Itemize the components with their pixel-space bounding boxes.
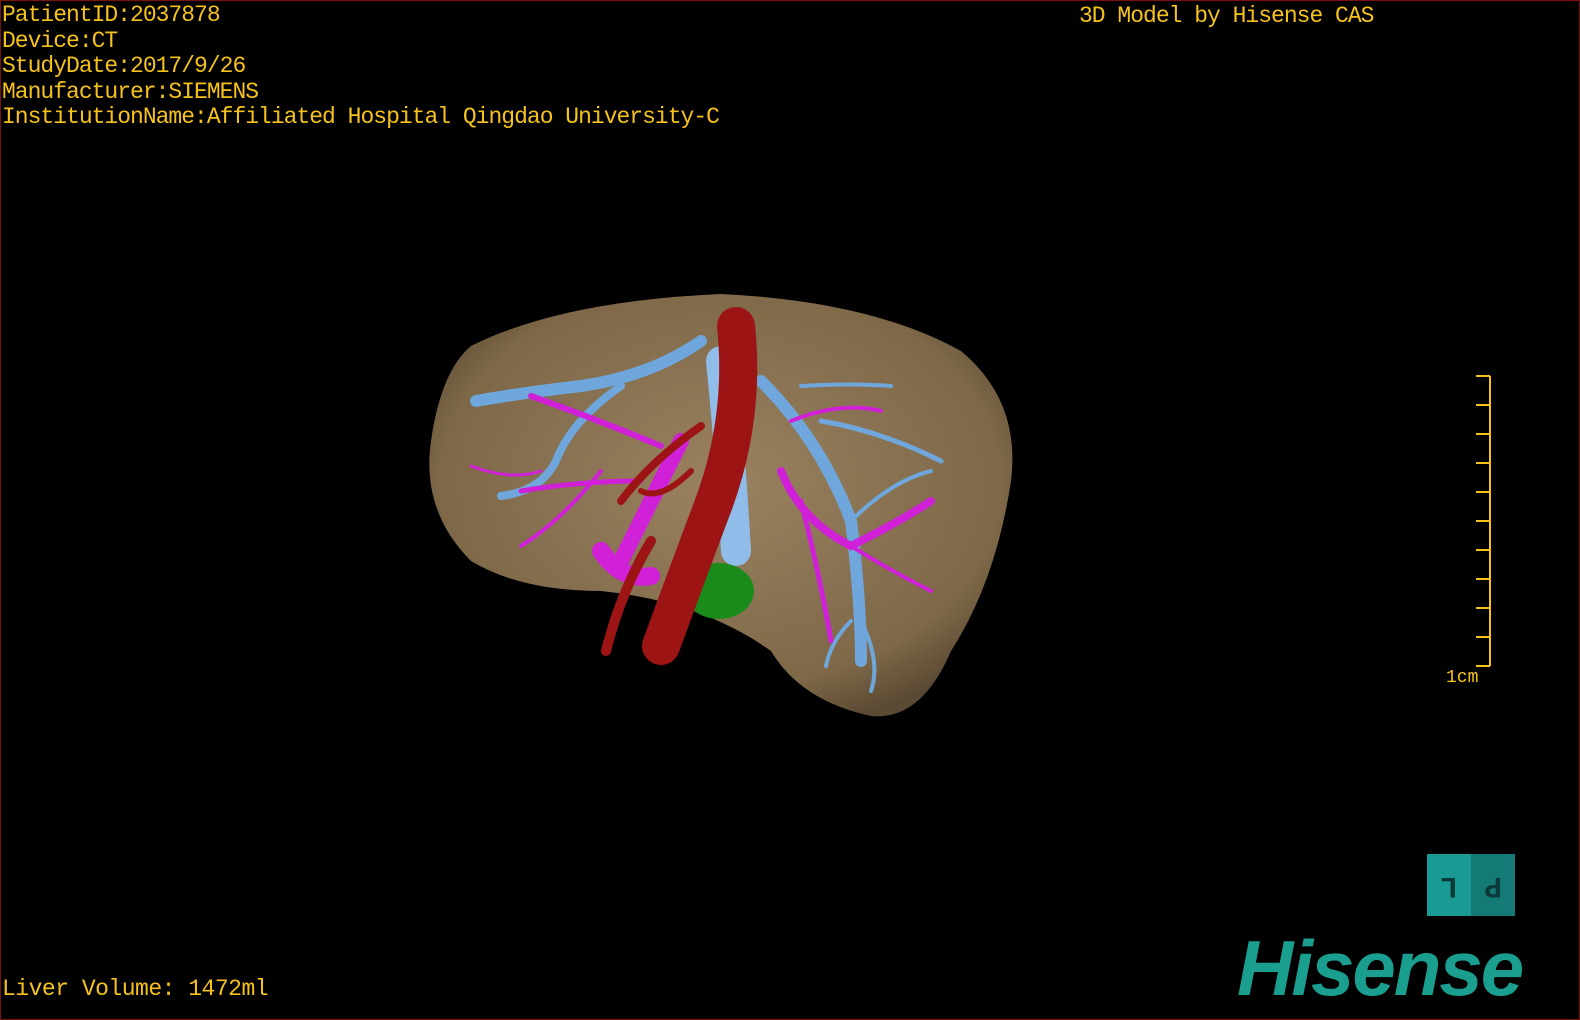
patient-info: PatientID:2037878 Device:CT StudyDate:2017… bbox=[2, 2, 720, 131]
study-date: StudyDate:2017/9/26 bbox=[2, 53, 246, 79]
scale-bar bbox=[1476, 375, 1491, 667]
scale-label: 1cm bbox=[1446, 668, 1479, 688]
viewer-window: PatientID:2037878 Device:CT StudyDate:2017… bbox=[0, 0, 1580, 1020]
patient-id: PatientID:2037878 bbox=[2, 2, 221, 28]
hisense-logo: Hisense bbox=[1237, 924, 1524, 1012]
device: Device:CT bbox=[2, 27, 118, 54]
view-left-button[interactable]: L bbox=[1427, 854, 1471, 916]
manufacturer: Manufacturer:SIEMENS bbox=[2, 78, 259, 105]
view-right-button[interactable]: P bbox=[1471, 854, 1515, 916]
model-title: 3D Model by Hisense CAS bbox=[1079, 3, 1374, 29]
liver-volume: Liver Volume: 1472ml bbox=[2, 976, 269, 1002]
3d-model-viewport[interactable] bbox=[1, 1, 1580, 1020]
view-toggle[interactable]: L P bbox=[1427, 854, 1515, 916]
institution-name: InstitutionName:Affiliated Hospital Qing… bbox=[2, 104, 720, 130]
